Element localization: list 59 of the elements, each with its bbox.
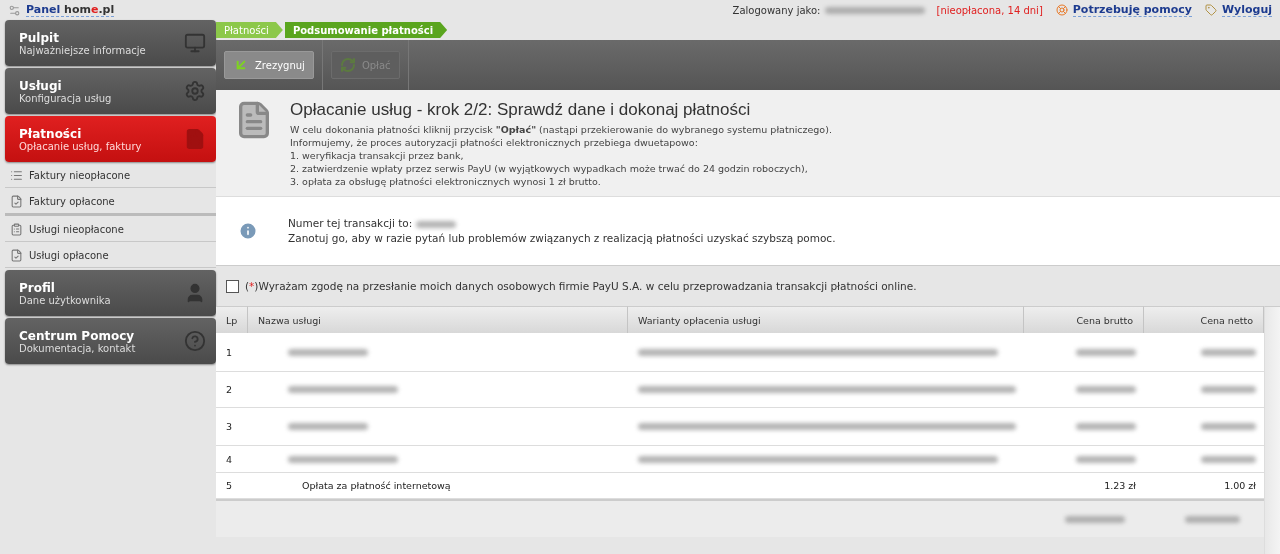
sidebar-item[interactable]: Profil Dane użytkownika (5, 270, 216, 316)
consent-label: (*)Wyrażam zgodę na przesłanie moich danych osobowych firmie PayU S.A. w celu przeprowadzania transakcji płatności online. (245, 280, 917, 292)
lifebuoy-icon (1055, 4, 1068, 16)
description-text: W celu dokonania płatności kliknij przycisk "Opłać" (nastąpi przekierowanie do wybranego systemu płatniczego). (290, 123, 832, 136)
tag-icon (1204, 4, 1217, 16)
description-text: 1. weryfikacja transakcji przez bank, (290, 149, 465, 162)
sidebar-item[interactable]: Usługi Konfiguracja usług (5, 68, 216, 114)
document-icon (184, 128, 206, 150)
refresh-icon (339, 57, 356, 73)
sidebar-item[interactable]: Płatności Opłacanie usług, faktury (5, 116, 216, 162)
redacted-total (1065, 515, 1125, 523)
redacted-text (1201, 455, 1256, 463)
redacted-text (1201, 423, 1256, 430)
sidebar-item[interactable]: Pulpit Najważniejsze informacje (5, 20, 216, 66)
column-header: Cena brutto (1024, 306, 1144, 333)
table-cell: Opłata za płatność internetową (302, 480, 451, 491)
table-cell: 1.00 zł (1224, 480, 1256, 491)
column-header: Warianty opłacenia usługi (628, 306, 1024, 333)
info-text: Zanotuj go, aby w razie pytań lub problemów związanych z realizacją płatności uzyskać szybszą pomoc. (288, 231, 836, 246)
redacted-text (1076, 423, 1136, 430)
page-title: Opłacanie usług - krok 2/2: Sprawdź dane i dokonaj płatności (290, 100, 752, 120)
gear-icon (184, 80, 206, 102)
list-icon (10, 169, 23, 182)
column-header: Nazwa usługi (248, 306, 628, 333)
transaction-label: Numer tej transakcji to: (288, 217, 413, 229)
redacted-text (1076, 348, 1136, 356)
help-link[interactable]: Potrzebuję pomocy (1072, 3, 1192, 17)
description-text: 2. zatwierdzenie wpłaty przez serwis PayU (w wyjątkowych wypadkach może trwać do 24 godzin roboczych), (290, 162, 809, 175)
consent-checkbox[interactable] (226, 279, 239, 293)
scrollbar[interactable] (1264, 306, 1280, 554)
description-text: Informujemy, że proces autoryzacji płatności elektronicznych przebiega dwuetapowo: (290, 136, 699, 149)
redacted-text (1201, 348, 1256, 356)
table-cell: 3 (226, 421, 233, 432)
redacted-total (1185, 515, 1240, 523)
table-cell: 4 (226, 453, 233, 465)
account-status: [nieopłacona, 14 dni] (936, 4, 1043, 16)
brand-logo[interactable]: Panel home.pl (26, 3, 115, 17)
checked-document-icon (10, 249, 23, 262)
table-cell: 5 (226, 480, 233, 491)
info-icon (238, 221, 258, 241)
column-header: Cena netto (1144, 306, 1264, 333)
table-cell: 1 (226, 346, 233, 358)
login-label: Zalogowany jako: (732, 4, 821, 16)
redacted-text (1076, 386, 1136, 393)
monitor-icon (184, 32, 206, 54)
table-cell: 2 (226, 384, 233, 395)
logout-link[interactable]: Wyloguj (1221, 3, 1272, 17)
question-icon (184, 330, 206, 352)
submenu-item[interactable]: Faktury nieopłacone (5, 164, 216, 188)
sidebar-item[interactable]: Centrum Pomocy Dokumentacja, kontakt (5, 318, 216, 364)
redacted-text (1076, 455, 1136, 463)
redacted-text (1201, 386, 1256, 393)
checked-document-icon (10, 195, 23, 208)
table-cell: 1.23 zł (1104, 480, 1136, 491)
column-header: Lp (216, 306, 248, 333)
description-text: 3. opłata za obsługę płatności elektronicznych wynosi 1 zł brutto. (290, 175, 602, 188)
submenu-item[interactable]: Usługi nieopłacone (5, 218, 216, 242)
submenu-item[interactable]: Usługi opłacone (5, 244, 216, 268)
clipboard-icon (10, 223, 23, 236)
